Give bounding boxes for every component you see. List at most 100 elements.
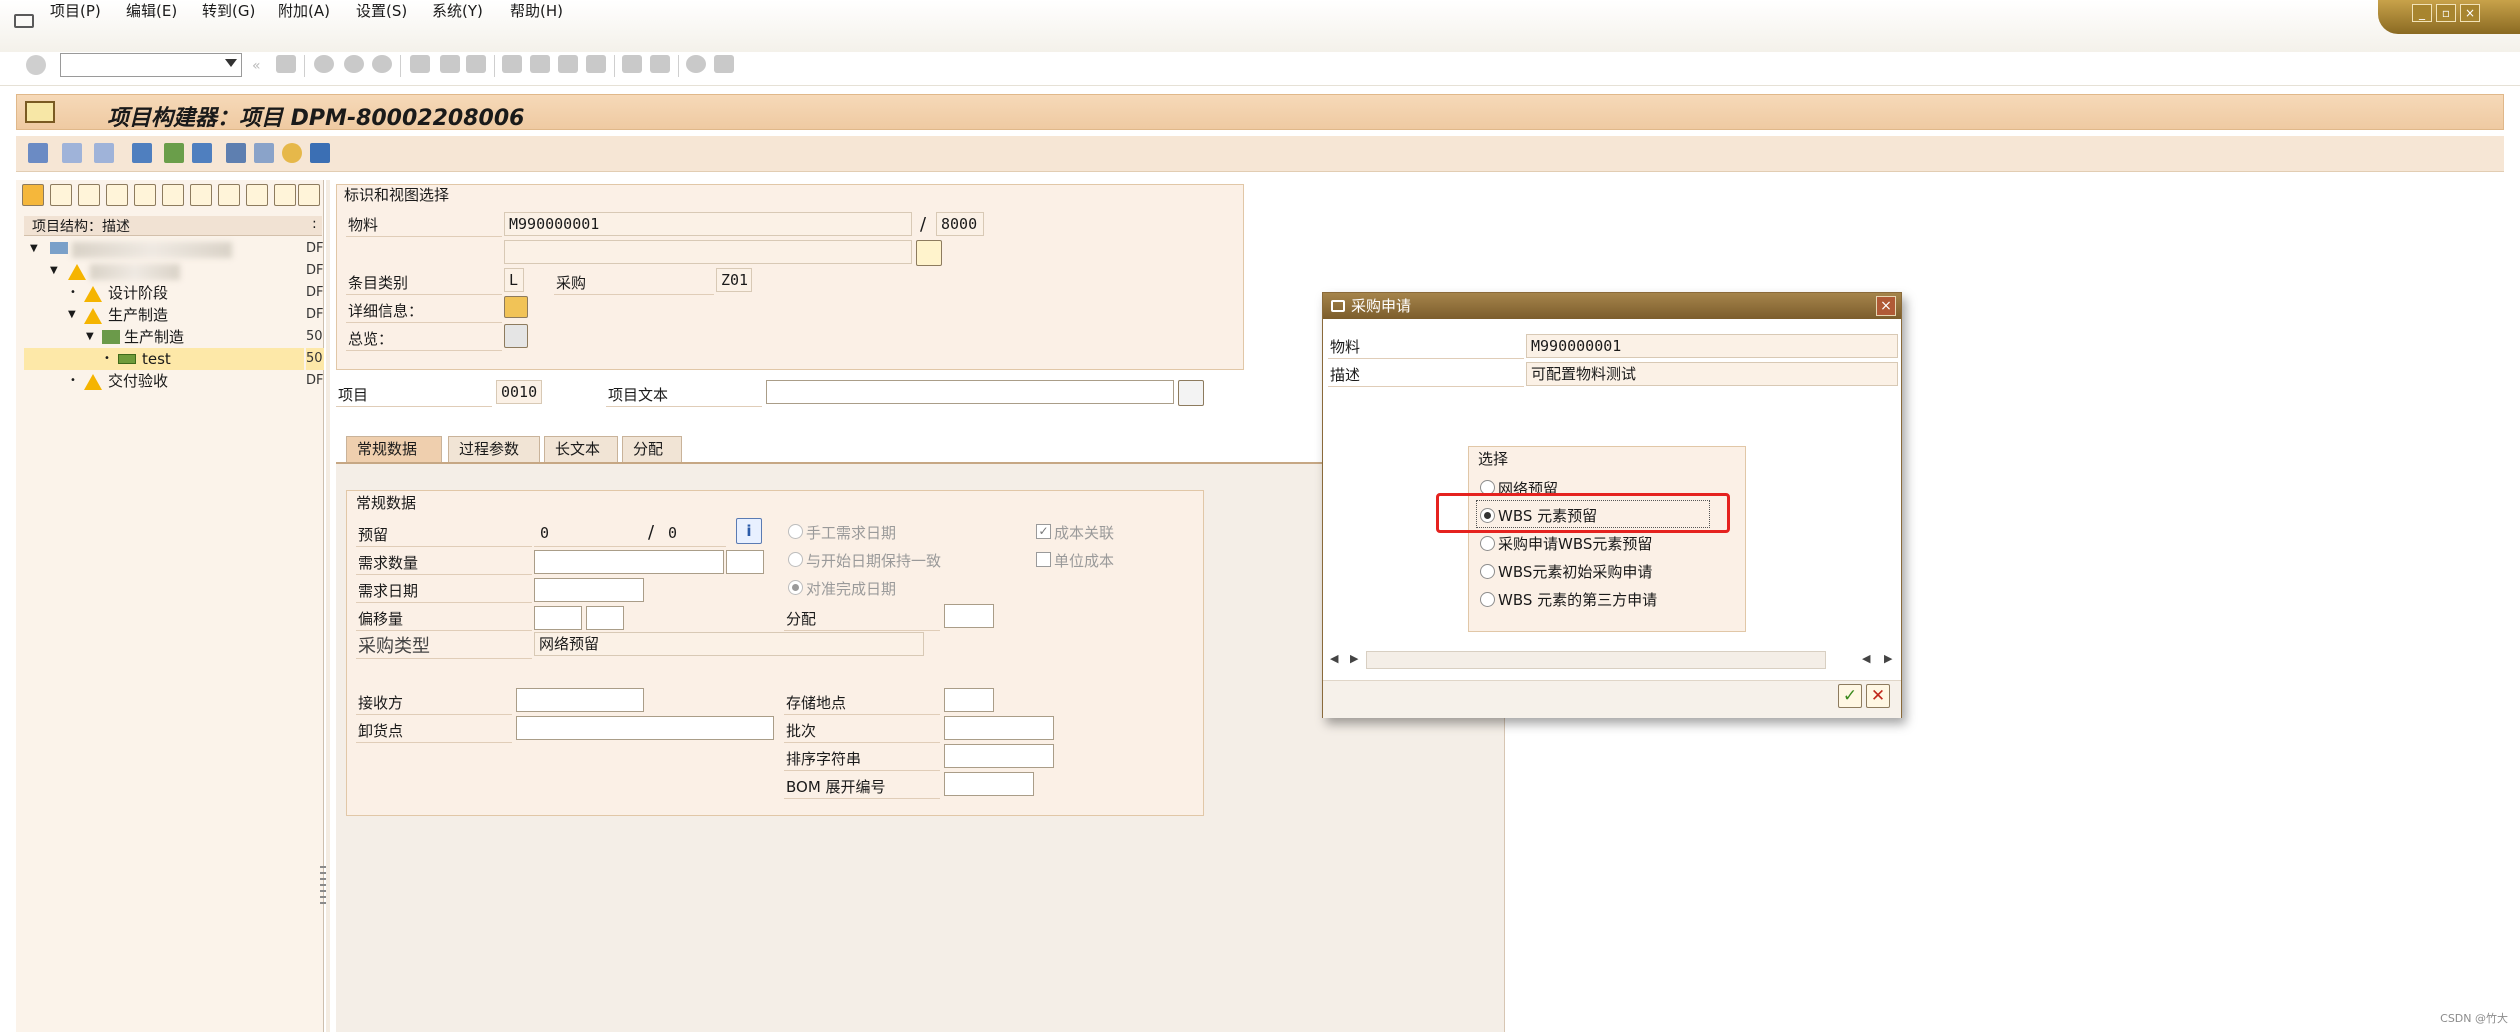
layout-icon[interactable] (714, 55, 734, 73)
edit-icon[interactable] (254, 143, 274, 163)
scroll-right-icon[interactable]: ▶ (1350, 652, 1358, 665)
scroll-left-icon[interactable]: ◀ (1330, 652, 1338, 665)
batch-field[interactable] (944, 716, 1054, 740)
tree-row-project[interactable]: ▼ (24, 238, 304, 260)
item-field[interactable]: 0010 (496, 380, 542, 404)
exit-icon[interactable] (344, 55, 364, 73)
option-pr-wbs-reservation-radio[interactable] (1480, 536, 1495, 551)
next-page-icon[interactable] (558, 55, 578, 73)
tree-row-design[interactable]: • 设计阶段 (24, 282, 304, 304)
shortcut-icon[interactable] (650, 55, 670, 73)
display-change-icon[interactable] (28, 143, 48, 163)
close-icon[interactable]: × (2460, 4, 2480, 22)
expand-triangle-icon[interactable]: ▼ (86, 326, 94, 348)
expand-triangle-icon[interactable]: ▼ (68, 304, 76, 326)
collapse-icon[interactable]: « (252, 58, 262, 76)
info-icon[interactable] (310, 143, 330, 163)
last-page-icon[interactable] (586, 55, 606, 73)
manual-date-radio[interactable] (788, 524, 803, 539)
tree-row-wbs[interactable]: ▼ (24, 260, 304, 282)
tree-row-production[interactable]: ▼ 生产制造 (24, 304, 304, 326)
copy-icon[interactable] (106, 184, 128, 206)
req-date-field[interactable] (534, 578, 644, 602)
previous-page-icon[interactable] (530, 55, 550, 73)
paste-icon[interactable] (134, 184, 156, 206)
status-icon[interactable] (282, 143, 302, 163)
save-icon[interactable] (276, 55, 296, 73)
panel-splitter[interactable] (326, 180, 330, 1032)
system-menu-icon[interactable] (14, 14, 34, 28)
cancel-icon[interactable] (372, 55, 392, 73)
proc-type-field[interactable]: 网络预留 (534, 632, 924, 656)
cancel-icon[interactable]: ✕ (1866, 684, 1890, 708)
scroll-right-icon[interactable]: ▶ (1884, 652, 1892, 665)
network-icon[interactable] (164, 143, 184, 163)
option-wbs-initial-pr-radio[interactable] (1480, 564, 1495, 579)
table-icon[interactable] (226, 143, 246, 163)
bom-explosion-field[interactable] (944, 772, 1034, 796)
plant-field[interactable]: 8000 (936, 212, 984, 236)
tab-long-text[interactable]: 长文本 (544, 436, 618, 462)
expand-triangle-icon[interactable]: ▼ (50, 260, 58, 282)
offset-field[interactable] (534, 606, 582, 630)
cut-icon[interactable] (78, 184, 100, 206)
dialog-close-icon[interactable]: × (1876, 296, 1896, 316)
tree-row-activity[interactable]: ▼ 生产制造 (24, 326, 304, 348)
new-session-icon[interactable] (622, 55, 642, 73)
option-wbs-third-party-radio[interactable] (1480, 592, 1495, 607)
collapse-icon[interactable] (298, 184, 320, 206)
tree-row-test[interactable]: • test (24, 348, 304, 370)
open-folder-icon[interactable] (22, 184, 44, 206)
req-qty-field[interactable] (534, 550, 724, 574)
tab-assignment[interactable]: 分配 (622, 436, 682, 462)
new-document-icon[interactable] (50, 184, 72, 206)
material-picture-icon[interactable] (916, 240, 942, 266)
confirm-icon[interactable]: ✓ (1838, 684, 1862, 708)
storage-loc-field[interactable] (944, 688, 994, 712)
menu-help[interactable]: 帮助(H) (510, 0, 563, 21)
restore-icon[interactable]: ▫ (2436, 4, 2456, 22)
paste-icon[interactable] (94, 143, 114, 163)
menu-system[interactable]: 系统(Y) (432, 0, 483, 21)
first-page-icon[interactable] (502, 55, 522, 73)
menu-settings[interactable]: 设置(S) (356, 0, 407, 21)
material-desc-field[interactable] (504, 240, 912, 264)
grip-handle[interactable] (320, 866, 326, 906)
back-icon[interactable] (314, 55, 334, 73)
detail-icon[interactable] (504, 296, 528, 318)
offset-unit-field[interactable] (586, 606, 624, 630)
dialog-material-field[interactable]: M990000001 (1526, 334, 1898, 358)
chevron-down-icon[interactable] (225, 59, 237, 67)
purchase-field[interactable]: Z01 (716, 268, 752, 292)
command-field[interactable] (60, 53, 242, 77)
edit-text-icon[interactable] (1178, 380, 1204, 406)
tab-process-params[interactable]: 过程参数 (448, 436, 540, 462)
sort-string-field[interactable] (944, 744, 1054, 768)
expand-triangle-icon[interactable]: ▼ (30, 238, 38, 260)
find-next-icon[interactable] (466, 55, 486, 73)
item-category-field[interactable]: L (504, 268, 524, 292)
dialog-menu-icon[interactable] (1331, 300, 1345, 312)
unloading-field[interactable] (516, 716, 774, 740)
overview-icon[interactable] (504, 324, 528, 348)
scroll-left-icon[interactable]: ◀ (1862, 652, 1870, 665)
menu-project[interactable]: 项目(P) (50, 0, 101, 21)
print-icon[interactable] (410, 55, 430, 73)
item-text-field[interactable] (766, 380, 1174, 404)
enter-icon[interactable] (26, 55, 46, 75)
expand-icon[interactable] (274, 184, 296, 206)
help-icon[interactable] (686, 55, 706, 73)
unit-cost-checkbox[interactable] (1036, 552, 1051, 567)
find-icon[interactable] (440, 55, 460, 73)
align-finish-radio[interactable] (788, 580, 803, 595)
menu-goto[interactable]: 转到(G) (202, 0, 255, 21)
hierarchy-icon[interactable] (132, 143, 152, 163)
tab-general-data[interactable]: 常规数据 (346, 436, 442, 462)
dialog-desc-field[interactable]: 可配置物料测试 (1526, 362, 1898, 386)
receiver-field[interactable] (516, 688, 644, 712)
info-icon[interactable]: i (736, 518, 762, 544)
cost-relevant-checkbox[interactable]: ✓ (1036, 524, 1051, 539)
delete-icon[interactable] (190, 184, 212, 206)
binoculars-icon[interactable] (218, 184, 240, 206)
horizontal-scrollbar[interactable] (1366, 651, 1826, 669)
